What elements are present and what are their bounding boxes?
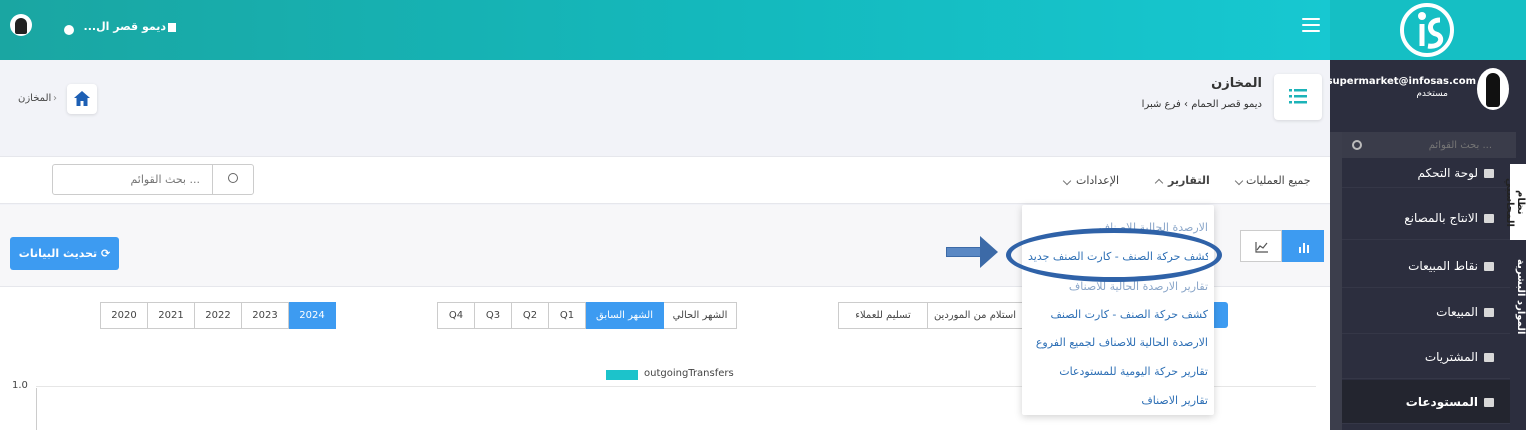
home-button[interactable]	[67, 84, 97, 114]
y-tick-label: 1.0	[12, 380, 28, 391]
dashboard-icon	[1484, 169, 1494, 178]
annotation-arrow-body	[946, 247, 982, 257]
globe-icon[interactable]	[64, 25, 74, 35]
branch-selector[interactable]: ديمو قصر ال...	[84, 20, 176, 33]
year-2020[interactable]: 2020	[100, 302, 148, 329]
menu-search-input[interactable]	[53, 165, 210, 194]
page-menu-button[interactable]	[1274, 74, 1322, 120]
period-last-month[interactable]: الشهر السابق	[585, 302, 664, 329]
sidebar-item-label: نقاط المبيعات	[1408, 259, 1478, 273]
user-role: مستخدم	[1416, 89, 1448, 99]
period-q4[interactable]: Q4	[437, 302, 475, 329]
report-daily-movement[interactable]: تقارير حركة اليومية للمستودعات	[1028, 365, 1208, 378]
sidebar-item-warehouses[interactable]: المستودعات	[1342, 380, 1510, 424]
warehouse-icon	[1484, 398, 1494, 407]
sidebar-item-label: المبيعات	[1436, 305, 1478, 319]
sidebar: supermarket@infosas.com مستخدم لوحة التح…	[1326, 60, 1526, 430]
purchases-icon	[1484, 353, 1494, 362]
bar-chart-toggle[interactable]	[1282, 230, 1324, 262]
menu-settings[interactable]: الإعدادات	[1076, 174, 1119, 187]
year-2021[interactable]: 2021	[147, 302, 195, 329]
refresh-data-button[interactable]: تحديث البيانات ⟳	[10, 237, 119, 270]
factory-icon	[1484, 214, 1494, 223]
user-avatar[interactable]	[1477, 68, 1509, 110]
line-chart-icon	[1255, 242, 1268, 253]
list-icon	[1289, 89, 1307, 104]
chart-y-axis	[36, 388, 37, 430]
legend-swatch[interactable]	[606, 370, 638, 380]
arrow-right-icon	[980, 236, 998, 268]
building-icon	[168, 22, 176, 32]
top-bar	[0, 0, 1330, 60]
chevron-left-icon: ›	[1184, 99, 1188, 110]
menu-search-button[interactable]	[212, 165, 254, 194]
report-item-card[interactable]: كشف حركة الصنف - كارت الصنف	[1028, 308, 1208, 321]
refresh-icon: ⟳	[100, 247, 111, 260]
subtitle-branch: فرع شبرا	[1141, 99, 1181, 110]
sidebar-item-purchases[interactable]: المشتريات	[1342, 335, 1510, 379]
report-balances-all-branches[interactable]: الارصدة الحالية للاصناف لجميع الفروع	[1028, 336, 1208, 349]
home-icon	[74, 91, 90, 106]
sidebar-item-label: لوحة التحكم	[1417, 166, 1479, 180]
search-icon	[228, 173, 238, 183]
brand-logo	[1400, 3, 1454, 57]
year-2022[interactable]: 2022	[194, 302, 242, 329]
sidebar-item-label: الانتاج بالمصانع	[1404, 211, 1478, 225]
year-2023[interactable]: 2023	[241, 302, 289, 329]
tab-accounting[interactable]: نظام المحاسبي	[1504, 164, 1526, 240]
sidebar-search	[1342, 132, 1516, 158]
user-avatar-icon[interactable]	[10, 14, 32, 36]
sidebar-item-label: المستودعات	[1405, 395, 1478, 409]
menu-reports[interactable]: التقارير	[1168, 174, 1210, 187]
menu-search	[52, 164, 254, 195]
sidebar-search-input[interactable]	[1342, 134, 1492, 156]
op-receive-suppliers[interactable]: استلام من الموردين	[927, 302, 1023, 329]
hamburger-menu-icon[interactable]	[1302, 18, 1320, 34]
breadcrumb-separator-icon: ›	[53, 93, 57, 104]
page-title: المخازن	[1211, 76, 1262, 91]
sidebar-item-pos[interactable]: نقاط المبيعات	[1342, 244, 1510, 288]
sidebar-item-factory[interactable]: الانتاج بالمصانع	[1342, 196, 1510, 240]
logo-area	[1330, 0, 1526, 60]
pos-icon	[1484, 262, 1494, 271]
line-chart-toggle[interactable]	[1240, 230, 1282, 262]
highlight-ellipse	[1006, 228, 1222, 282]
bar-chart-icon	[1299, 243, 1309, 253]
sidebar-user-panel: supermarket@infosas.com مستخدم	[1326, 60, 1526, 132]
sidebar-item-dashboard[interactable]: لوحة التحكم	[1342, 158, 1510, 188]
year-2024[interactable]: 2024	[288, 302, 336, 329]
op-deliver-customers[interactable]: تسليم للعملاء	[838, 302, 928, 329]
menu-all-operations[interactable]: جميع العمليات	[1246, 174, 1311, 187]
op-active-segment[interactable]	[1214, 302, 1228, 328]
period-q3[interactable]: Q3	[474, 302, 512, 329]
user-email: supermarket@infosas.com	[1326, 76, 1476, 87]
sidebar-item-label: المشتريات	[1424, 350, 1478, 364]
breadcrumb[interactable]: المخازن	[18, 93, 51, 104]
period-q1[interactable]: Q1	[548, 302, 586, 329]
branch-label: ديمو قصر ال...	[83, 20, 166, 33]
page-subtitle: ديمو قصر الحمام › فرع شبرا	[1120, 99, 1262, 110]
tab-hr[interactable]: الموارد البشرية	[1510, 254, 1526, 340]
truck-icon	[1484, 308, 1494, 317]
subtitle-company: ديمو قصر الحمام	[1191, 99, 1262, 110]
sidebar-item-sales[interactable]: المبيعات	[1342, 290, 1510, 334]
period-q2[interactable]: Q2	[511, 302, 549, 329]
report-items[interactable]: تقارير الاصناف	[1028, 394, 1208, 407]
refresh-label: تحديث البيانات	[18, 247, 98, 260]
legend-label[interactable]: outgoingTransfers	[644, 368, 734, 379]
period-current-month[interactable]: الشهر الحالي	[663, 302, 737, 329]
